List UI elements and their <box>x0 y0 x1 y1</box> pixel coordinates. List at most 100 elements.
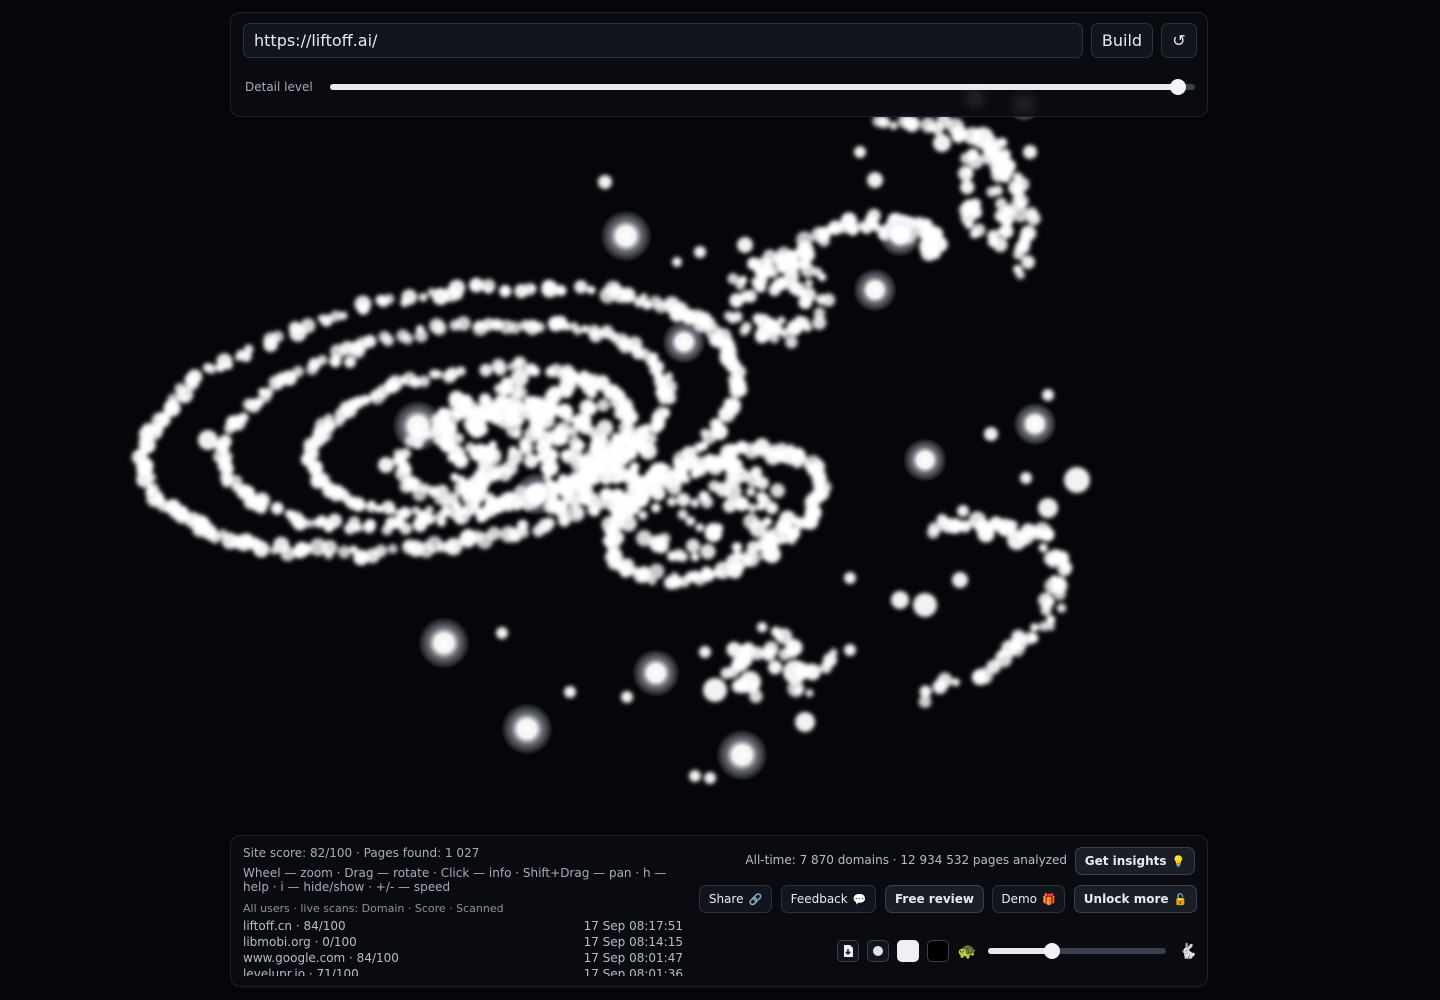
export-button[interactable] <box>837 940 859 962</box>
graph-node[interactable] <box>450 472 460 482</box>
graph-node[interactable] <box>1023 145 1037 159</box>
graph-node[interactable] <box>476 474 491 489</box>
graph-node[interactable] <box>617 407 632 422</box>
graph-node[interactable] <box>1040 527 1055 542</box>
graph-node[interactable] <box>737 237 753 253</box>
graph-node[interactable] <box>378 457 394 473</box>
graph-node[interactable] <box>1053 588 1066 601</box>
graph-node[interactable] <box>608 459 621 473</box>
graph-node[interactable] <box>775 518 792 535</box>
graph-node[interactable] <box>507 449 523 465</box>
graph-node[interactable] <box>243 344 254 355</box>
graph-node[interactable] <box>655 462 668 474</box>
graph-node[interactable] <box>720 667 733 680</box>
graph-node[interactable] <box>496 496 509 509</box>
graph-node[interactable] <box>739 671 761 693</box>
graph-node[interactable] <box>575 440 586 451</box>
graph-node[interactable] <box>638 510 648 520</box>
graph-node[interactable] <box>1026 211 1041 226</box>
graph-node[interactable] <box>309 538 328 557</box>
graph-node[interactable] <box>483 447 502 466</box>
graph-node[interactable] <box>693 462 708 477</box>
graph-node[interactable] <box>685 538 701 554</box>
graph-node[interactable] <box>973 669 984 680</box>
list-item[interactable]: liftoff.cn · 84/100 17 Sep 08:17:51 <box>243 918 683 934</box>
graph-node[interactable] <box>913 593 937 617</box>
graph-node[interactable] <box>690 498 700 508</box>
graph-node[interactable] <box>621 691 633 703</box>
graph-node[interactable] <box>1000 173 1011 183</box>
demo-button[interactable]: Demo 🎁 <box>992 885 1065 913</box>
graph-hub-node[interactable] <box>632 649 680 697</box>
graph-node[interactable] <box>969 228 980 239</box>
graph-node[interactable] <box>656 376 668 387</box>
graph-hub-node[interactable] <box>501 703 553 755</box>
graph-hub-node[interactable] <box>662 320 706 364</box>
graph-node[interactable] <box>292 365 304 378</box>
graph-node[interactable] <box>778 648 791 661</box>
graph-node[interactable] <box>793 315 806 328</box>
graph-node[interactable] <box>761 532 777 547</box>
graph-node[interactable] <box>344 522 356 535</box>
graph-node[interactable] <box>523 282 537 296</box>
graph-node[interactable] <box>548 428 567 447</box>
graph-node[interactable] <box>713 523 724 533</box>
graph-node[interactable] <box>494 383 505 395</box>
graph-node[interactable] <box>418 292 428 302</box>
graph-node[interactable] <box>889 121 898 130</box>
graph-node[interactable] <box>952 572 968 588</box>
graph-node[interactable] <box>600 329 610 338</box>
graph-node[interactable] <box>344 356 356 368</box>
graph-node[interactable] <box>823 653 837 667</box>
graph-node[interactable] <box>785 257 801 274</box>
graph-node[interactable] <box>555 284 567 297</box>
graph-node[interactable] <box>478 393 492 406</box>
graph-node[interactable] <box>738 275 748 285</box>
graph-node[interactable] <box>300 318 316 334</box>
graph-node[interactable] <box>733 550 743 560</box>
graph-node[interactable] <box>639 442 658 460</box>
graph-node[interactable] <box>729 475 742 487</box>
graph-node[interactable] <box>866 215 878 227</box>
graph-hub-node[interactable] <box>418 617 470 669</box>
graph-node[interactable] <box>636 496 648 508</box>
graph-node[interactable] <box>523 395 541 413</box>
graph-node[interactable] <box>1006 520 1018 532</box>
graph-node[interactable] <box>1056 603 1067 613</box>
graph-node[interactable] <box>750 466 763 479</box>
graph-node[interactable] <box>981 150 996 165</box>
graph-node[interactable] <box>1038 543 1048 553</box>
graph-node[interactable] <box>689 770 701 782</box>
graph-node[interactable] <box>196 516 208 528</box>
graph-node[interactable] <box>557 473 569 485</box>
graph-node[interactable] <box>270 501 284 515</box>
graph-node[interactable] <box>401 289 418 305</box>
list-item[interactable]: levelupr.io · 71/100 17 Sep 08:01:36 <box>243 966 683 976</box>
graph-node[interactable] <box>560 486 574 500</box>
graph-node[interactable] <box>800 263 816 278</box>
graph-node[interactable] <box>449 446 466 463</box>
graph-node[interactable] <box>218 434 232 449</box>
graph-node[interactable] <box>508 321 522 335</box>
graph-node[interactable] <box>727 349 736 358</box>
graph-node[interactable] <box>805 689 814 698</box>
graph-node[interactable] <box>600 473 612 486</box>
graph-node[interactable] <box>569 370 579 381</box>
graph-node[interactable] <box>844 644 856 656</box>
graph-node[interactable] <box>807 502 816 511</box>
graph-node[interactable] <box>187 369 203 385</box>
graph-node[interactable] <box>774 276 789 291</box>
graph-node[interactable] <box>198 430 218 450</box>
graph-node[interactable] <box>703 678 727 702</box>
graph-node[interactable] <box>569 497 581 509</box>
graph-node[interactable] <box>402 333 414 345</box>
graph-node[interactable] <box>815 294 827 305</box>
graph-node[interactable] <box>672 548 685 562</box>
graph-node[interactable] <box>382 334 395 347</box>
graph-node[interactable] <box>1021 255 1035 269</box>
graph-node[interactable] <box>690 552 700 562</box>
graph-node[interactable] <box>957 505 969 517</box>
graph-node[interactable] <box>685 516 696 527</box>
graph-node[interactable] <box>666 496 677 507</box>
graph-node[interactable] <box>1015 270 1026 280</box>
